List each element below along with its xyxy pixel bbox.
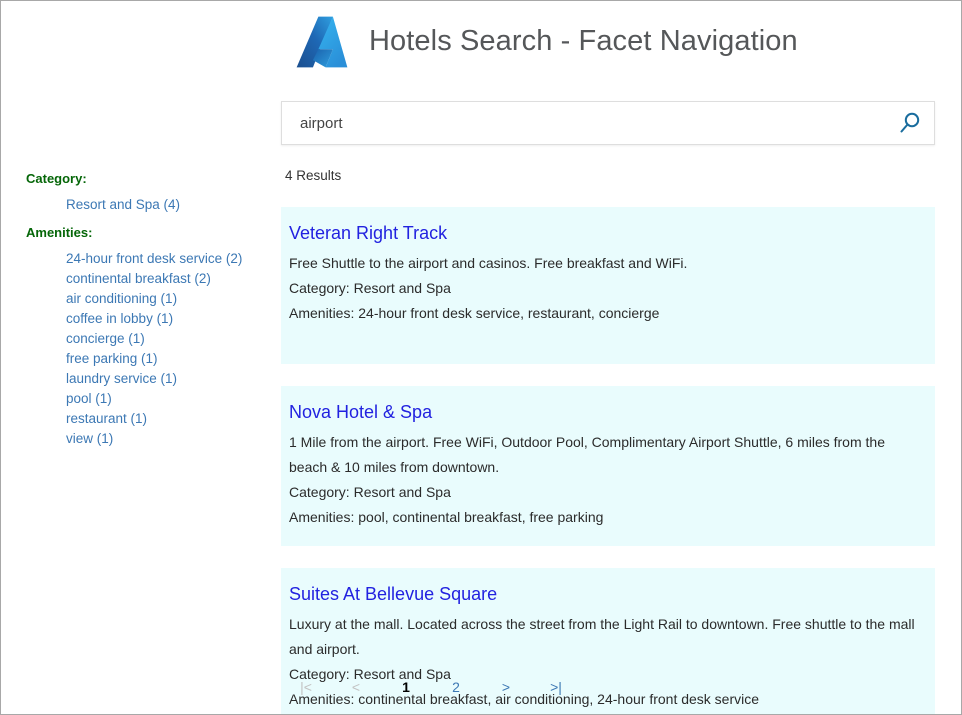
page-title: Hotels Search - Facet Navigation [369,25,798,58]
results-column: 4 Results Veteran Right Track Free Shutt… [281,167,935,715]
facet-item[interactable]: pool (1) [66,389,266,409]
pagination-page-2[interactable]: 2 [431,677,481,697]
result-card[interactable]: Veteran Right Track Free Shuttle to the … [281,207,935,364]
result-title-link[interactable]: Veteran Right Track [289,221,447,245]
facet-group-category: Category: Resort and Spa (4) [26,171,266,215]
result-category: Category: Resort and Spa [289,276,925,301]
facet-item[interactable]: view (1) [66,429,266,449]
facet-navigation: Category: Resort and Spa (4) Amenities: … [26,171,266,451]
pagination-page-1[interactable]: 1 [381,677,431,697]
facet-list-amenities: 24-hour front desk service (2) continent… [26,249,266,449]
facet-item[interactable]: continental breakfast (2) [66,269,266,289]
result-amenities: Amenities: pool, continental breakfast, … [289,505,925,530]
pagination-first[interactable]: |< [281,677,331,697]
facet-item[interactable]: coffee in lobby (1) [66,309,266,329]
facet-item[interactable]: restaurant (1) [66,409,266,429]
search-bar [281,101,935,145]
app-window: Hotels Search - Facet Navigation Categor… [0,0,962,715]
result-category: Category: Resort and Spa [289,480,925,505]
facet-list-category: Resort and Spa (4) [26,195,266,215]
facet-item[interactable]: air conditioning (1) [66,289,266,309]
azure-logo [293,13,351,71]
search-icon [897,110,923,136]
facet-item[interactable]: free parking (1) [66,349,266,369]
pagination: |< < 1 2 > >| [281,677,935,697]
facet-group-amenities: Amenities: 24-hour front desk service (2… [26,225,266,449]
app-header: Hotels Search - Facet Navigation [293,13,798,71]
pagination-previous[interactable]: < [331,677,381,697]
search-input[interactable] [282,102,886,144]
facet-item[interactable]: concierge (1) [66,329,266,349]
pagination-next[interactable]: > [481,677,531,697]
facet-item[interactable]: Resort and Spa (4) [66,195,266,215]
result-card[interactable]: Nova Hotel & Spa 1 Mile from the airport… [281,386,935,546]
result-description: Luxury at the mall. Located across the s… [289,612,925,662]
pagination-last[interactable]: >| [531,677,581,697]
facet-item[interactable]: 24-hour front desk service (2) [66,249,266,269]
result-title-link[interactable]: Nova Hotel & Spa [289,400,432,424]
facet-heading-amenities: Amenities: [26,225,266,241]
result-amenities: Amenities: 24-hour front desk service, r… [289,301,925,326]
result-description: Free Shuttle to the airport and casinos.… [289,251,925,276]
search-button[interactable] [886,102,934,144]
result-description: 1 Mile from the airport. Free WiFi, Outd… [289,430,925,480]
results-count: 4 Results [285,167,935,185]
facet-heading-category: Category: [26,171,266,187]
result-title-link[interactable]: Suites At Bellevue Square [289,582,497,606]
facet-item[interactable]: laundry service (1) [66,369,266,389]
